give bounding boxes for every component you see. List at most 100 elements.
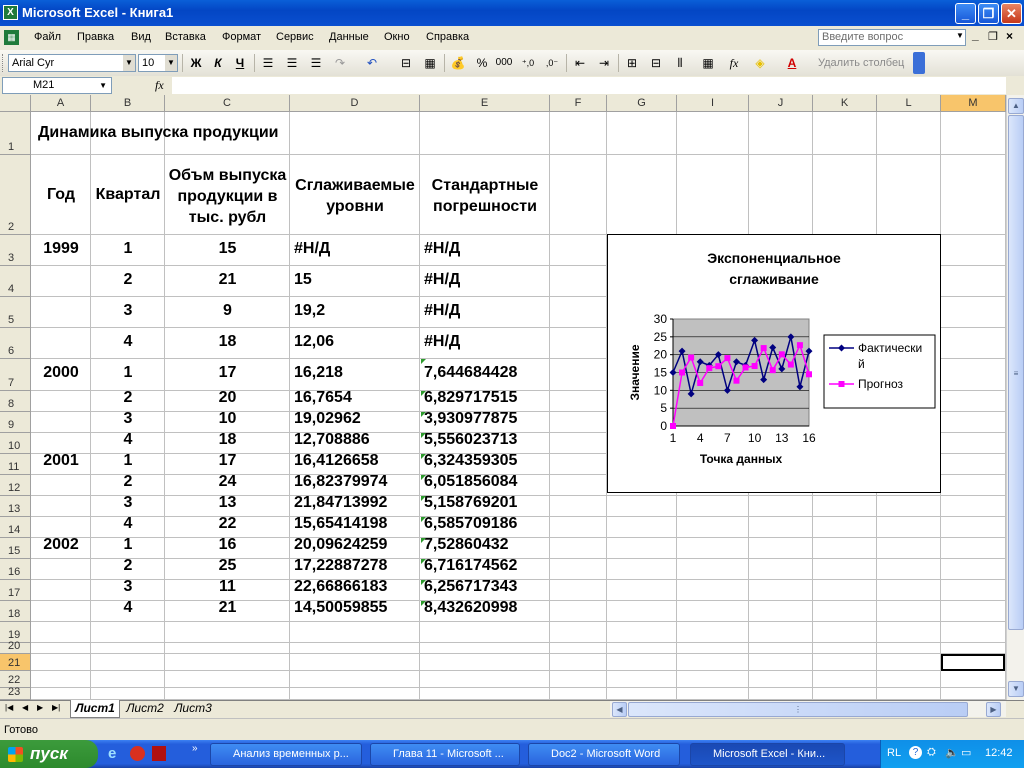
- cell-volume[interactable]: 18: [165, 431, 290, 449]
- cell-quarter[interactable]: 3: [91, 302, 165, 320]
- insert-rows-icon[interactable]: ⊞: [622, 54, 642, 72]
- column-header-g[interactable]: G: [607, 95, 677, 112]
- row-header[interactable]: 7: [0, 359, 31, 391]
- cell-quarter[interactable]: 3: [91, 410, 165, 428]
- ie-icon[interactable]: e: [108, 745, 116, 762]
- cell-volume[interactable]: 21: [165, 599, 290, 617]
- cell-error[interactable]: #Н/Д: [424, 333, 460, 351]
- cell-error[interactable]: 6,829717515: [424, 389, 517, 407]
- cell-volume[interactable]: 20: [165, 389, 290, 407]
- scroll-up-button[interactable]: ▲: [1008, 98, 1024, 114]
- cell-year[interactable]: 2000: [31, 364, 91, 382]
- scroll-right-button[interactable]: ▶: [986, 702, 1001, 717]
- delete-rows-icon[interactable]: ⊟: [646, 54, 666, 72]
- align-center-icon[interactable]: ☰: [282, 54, 302, 72]
- cell-quarter[interactable]: 3: [91, 578, 165, 596]
- close-button[interactable]: ✕: [1001, 3, 1022, 24]
- cell-quarter[interactable]: 2: [91, 271, 165, 289]
- column-header-l[interactable]: L: [877, 95, 941, 112]
- cell-error[interactable]: 6,324359305: [424, 452, 517, 470]
- cell-quarter[interactable]: 1: [91, 452, 165, 470]
- column-header-k[interactable]: K: [813, 95, 877, 112]
- row-header[interactable]: 8: [0, 391, 31, 412]
- cell-year[interactable]: 1999: [31, 240, 91, 258]
- borders-icon[interactable]: ▦: [698, 54, 718, 72]
- cell-error[interactable]: 8,432620998: [424, 599, 517, 617]
- row-header[interactable]: 23: [0, 686, 31, 700]
- cell-volume[interactable]: 21: [165, 271, 290, 289]
- language-indicator[interactable]: RL: [887, 747, 901, 759]
- select-all-button[interactable]: [0, 95, 31, 112]
- italic-button[interactable]: К: [208, 54, 228, 72]
- row-header[interactable]: 10: [0, 433, 31, 454]
- sheet-title[interactable]: Динамика выпуска продукции: [38, 124, 279, 142]
- thousands-button[interactable]: 000: [494, 54, 514, 72]
- scroll-thumb[interactable]: ≡: [1008, 115, 1024, 630]
- column-header-d[interactable]: D: [290, 95, 420, 112]
- cell-smoothed[interactable]: 12,708886: [294, 431, 370, 449]
- cell-quarter[interactable]: 4: [91, 515, 165, 533]
- cell-volume[interactable]: 13: [165, 494, 290, 512]
- h-scroll-thumb[interactable]: ⋮: [628, 702, 968, 717]
- cell-quarter[interactable]: 3: [91, 494, 165, 512]
- name-box[interactable]: M21 ▼: [2, 77, 112, 94]
- header-year[interactable]: Год: [31, 186, 91, 204]
- first-sheet-icon[interactable]: |◀: [5, 703, 13, 712]
- column-header-a[interactable]: A: [31, 95, 91, 112]
- row-header[interactable]: 18: [0, 601, 31, 622]
- menu-file[interactable]: Файл: [34, 31, 61, 43]
- row-header[interactable]: 17: [0, 580, 31, 601]
- menu-data[interactable]: Данные: [329, 31, 369, 43]
- sheet-tab-1[interactable]: Лист1: [70, 700, 120, 718]
- column-header-m[interactable]: M: [941, 95, 1006, 112]
- cell-smoothed[interactable]: 16,218: [294, 364, 343, 382]
- ask-dropdown-icon[interactable]: ▼: [956, 31, 964, 40]
- insert-columns-icon[interactable]: ⫴: [670, 54, 690, 72]
- cell-quarter[interactable]: 4: [91, 333, 165, 351]
- cell-error[interactable]: 6,051856084: [424, 473, 517, 491]
- redo-icon[interactable]: ↷: [330, 54, 350, 72]
- row-header[interactable]: 21: [0, 654, 31, 671]
- monitor-icon[interactable]: ▭: [961, 746, 971, 759]
- header-errors[interactable]: Стандартные погрешности: [420, 175, 550, 217]
- next-sheet-icon[interactable]: ▶: [37, 703, 43, 712]
- row-header[interactable]: 13: [0, 496, 31, 517]
- cell-smoothed[interactable]: 19,02962: [294, 410, 361, 428]
- menu-insert[interactable]: Вставка: [165, 31, 206, 43]
- row-header[interactable]: 20: [0, 640, 31, 654]
- taskbar-item[interactable]: Анализ временных р...: [210, 743, 362, 766]
- menu-tools[interactable]: Сервис: [276, 31, 314, 43]
- cell-error[interactable]: #Н/Д: [424, 271, 460, 289]
- cell-quarter[interactable]: 4: [91, 599, 165, 617]
- last-sheet-icon[interactable]: ▶|: [52, 703, 60, 712]
- underline-button[interactable]: Ч: [230, 54, 250, 72]
- cell-smoothed[interactable]: 22,66866183: [294, 578, 387, 596]
- row-header[interactable]: 2: [0, 155, 31, 235]
- column-header-e[interactable]: E: [420, 95, 550, 112]
- cell-quarter[interactable]: 1: [91, 364, 165, 382]
- header-smoothed[interactable]: Сглаживаемые уровни: [290, 175, 420, 217]
- minimize-button[interactable]: _: [955, 3, 976, 24]
- restore-button[interactable]: ❐: [978, 3, 999, 24]
- sheet-tab-3[interactable]: Лист3: [170, 700, 216, 717]
- insert-function-button[interactable]: fx: [155, 78, 164, 93]
- percent-button[interactable]: %: [472, 54, 492, 72]
- cell-volume[interactable]: 15: [165, 240, 290, 258]
- cell-year[interactable]: 2002: [31, 536, 91, 554]
- column-header-c[interactable]: C: [165, 95, 290, 112]
- excel-icon[interactable]: X: [3, 5, 18, 20]
- taskbar-item[interactable]: Doc2 - Microsoft Word: [528, 743, 680, 766]
- media-icon[interactable]: [130, 746, 145, 761]
- header-quarter[interactable]: Квартал: [91, 186, 165, 204]
- app-icon[interactable]: [152, 746, 166, 761]
- column-header-f[interactable]: F: [550, 95, 607, 112]
- network-icon[interactable]: ⛭: [927, 746, 936, 759]
- doc-minimize-button[interactable]: _: [972, 28, 979, 42]
- increase-indent-icon[interactable]: ⇥: [594, 54, 614, 72]
- taskbar-item-active[interactable]: Microsoft Excel - Кни...: [690, 743, 845, 766]
- row-header[interactable]: 15: [0, 538, 31, 559]
- column-header-i[interactable]: I: [677, 95, 749, 112]
- decrease-indent-icon[interactable]: ⇤: [570, 54, 590, 72]
- cell-smoothed[interactable]: 21,84713992: [294, 494, 387, 512]
- increase-decimal-button[interactable]: ⁺,0: [518, 54, 538, 72]
